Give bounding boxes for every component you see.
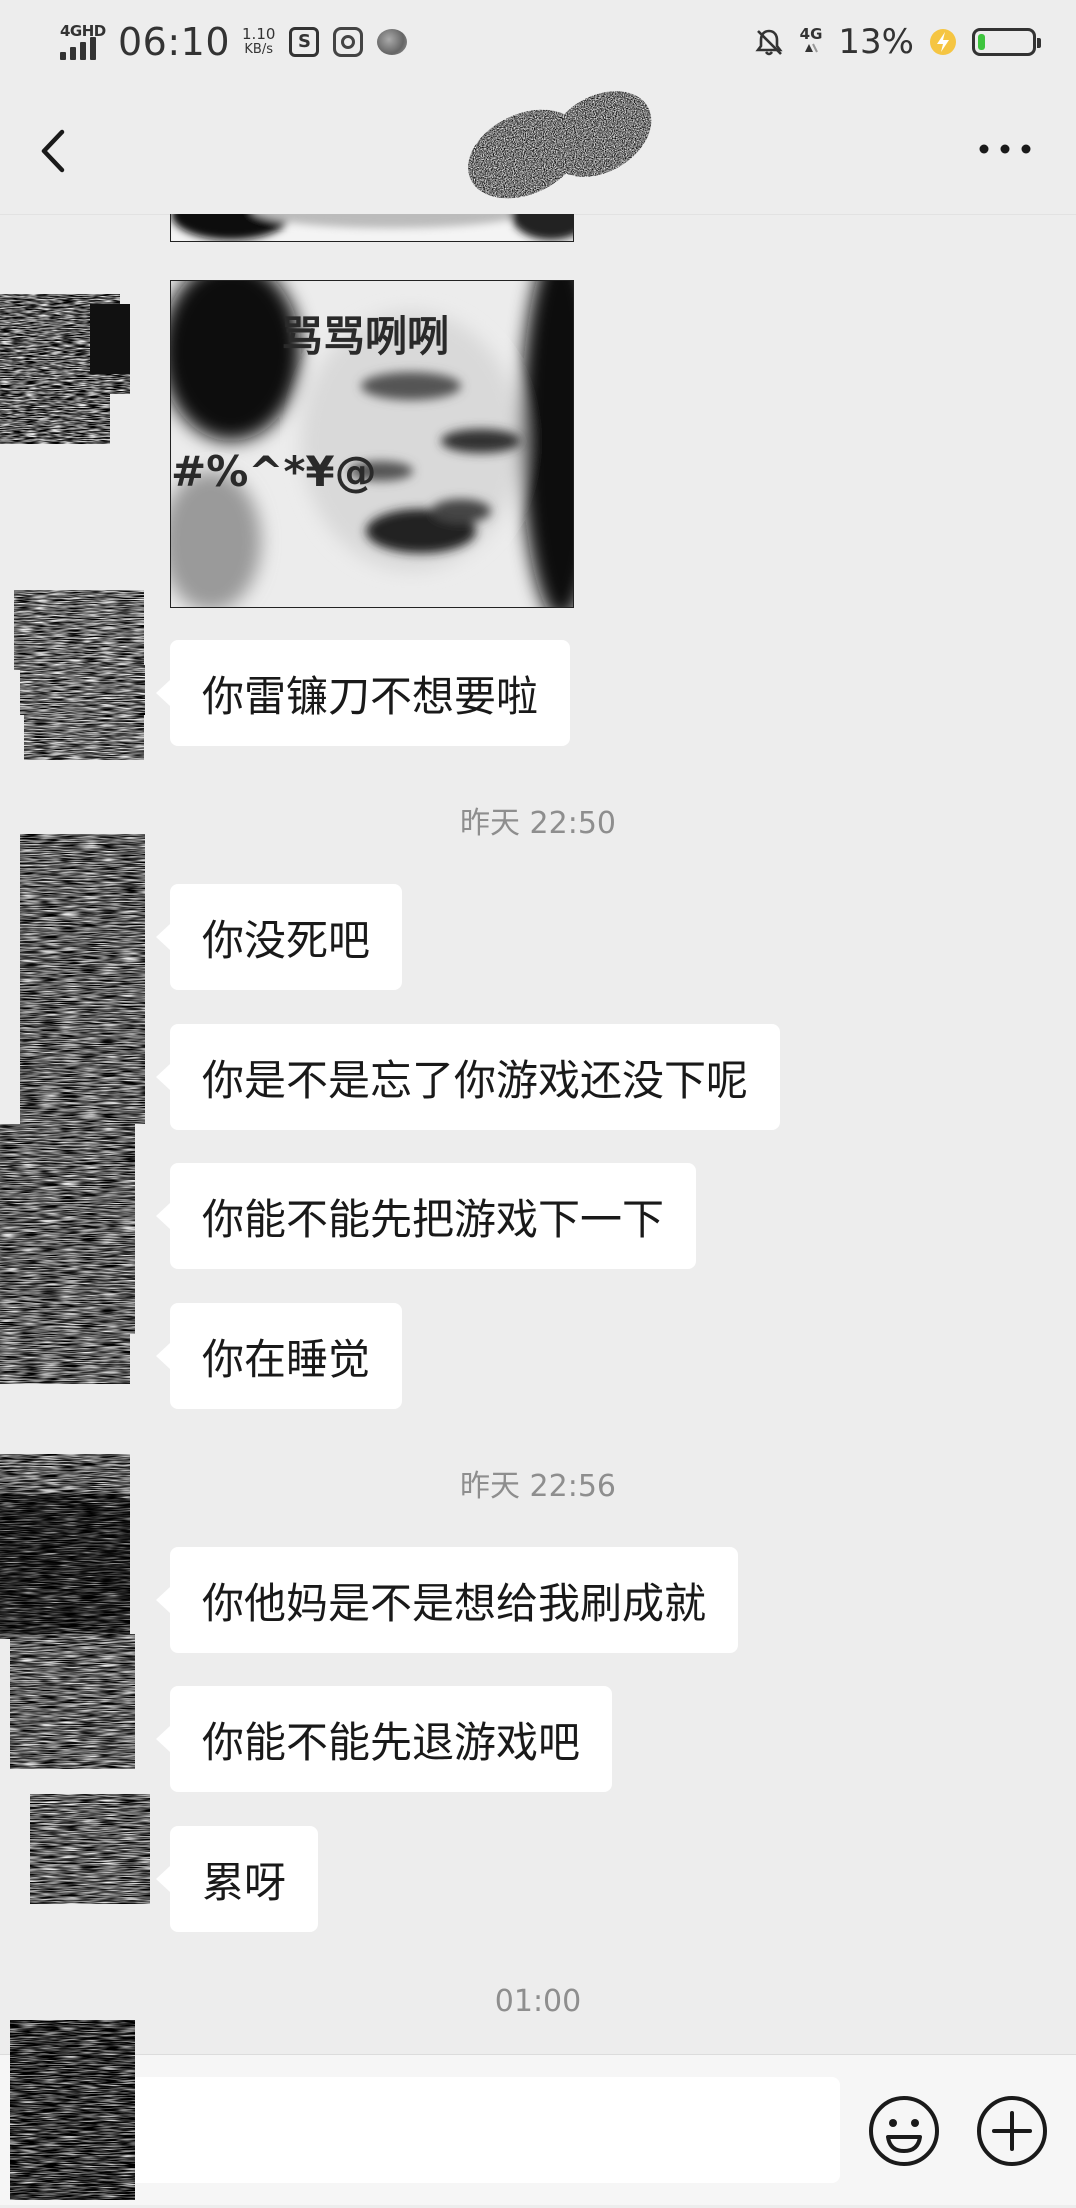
emoji-icon [869, 2096, 939, 2166]
timestamp-divider: 昨天 22:50 [460, 806, 616, 841]
message-bubble[interactable]: 你是不是忘了你游戏还没下呢 [155, 1024, 781, 1130]
message-bubble[interactable]: 你能不能先把游戏下一下 [155, 1163, 697, 1269]
meme-image-message[interactable]: 骂骂咧咧 #%^*¥@ [170, 280, 574, 608]
message-bubble[interactable]: 你能不能先退游戏吧 [155, 1686, 613, 1792]
more-dots-icon [979, 144, 1031, 154]
lte-label: 4G [799, 25, 823, 43]
battery-fill [978, 34, 985, 50]
avatar[interactable] [0, 570, 150, 770]
message-bubble[interactable]: 你雷镰刀不想要啦 [155, 640, 571, 746]
redacted-avatar-scribble [0, 2010, 150, 2204]
chat-message-list[interactable]: 骂骂咧咧 #%^*¥@ 你雷镰刀不想要啦 昨天 22:50 你没死吧 你是不是忘… [0, 214, 1076, 2054]
charge-icon [930, 29, 956, 55]
more-button[interactable] [970, 124, 1040, 174]
signal-icon: 4GHD [58, 20, 106, 64]
message-bubble[interactable]: 你在睡觉 [155, 1303, 403, 1409]
chat-title-bar [0, 84, 1076, 215]
status-bar-right: 4G 13% [754, 16, 1041, 68]
bell-off-icon [754, 27, 784, 57]
image-message-partial[interactable] [170, 214, 574, 242]
message-bubble[interactable]: 你他妈是不是想给我刷成就 [155, 1547, 739, 1653]
lte-icon: 4G [799, 25, 823, 57]
avatar[interactable] [0, 1494, 150, 1914]
message-bubble[interactable]: 你没死吧 [155, 884, 403, 990]
emoji-button[interactable] [866, 2093, 942, 2169]
timestamp-divider: 01:00 [494, 1984, 582, 2019]
redacted-contact-name [450, 84, 670, 214]
battery-icon [972, 28, 1041, 56]
status-bar: 4GHD 06:10 1.10 KB/s S 4G 13% [0, 0, 1076, 84]
timestamp-divider: 昨天 22:56 [460, 1469, 616, 1504]
input-bar [0, 2054, 1076, 2205]
chevron-left-icon [41, 129, 65, 173]
plus-circle-icon [977, 2096, 1047, 2166]
meme-caption-top: 骂骂咧咧 [281, 312, 450, 361]
status-time: 06:10 [118, 20, 231, 64]
message-bubble[interactable]: 累呀 [155, 1826, 319, 1932]
camera-app-icon [333, 27, 364, 57]
back-button[interactable] [30, 114, 90, 184]
speed-value: 1.10 [242, 25, 276, 43]
plus-button[interactable] [974, 2093, 1050, 2169]
avatar[interactable] [0, 274, 150, 454]
status-bar-left: 4GHD 06:10 1.10 KB/s S [58, 16, 408, 68]
speed-unit: KB/s [244, 42, 274, 57]
s-app-icon: S [289, 27, 320, 57]
network-speed: 1.10 KB/s [242, 26, 275, 58]
blob-app-icon [377, 29, 408, 55]
battery-percent: 13% [838, 22, 914, 62]
meme-caption-left: #%^*¥@ [171, 447, 377, 496]
